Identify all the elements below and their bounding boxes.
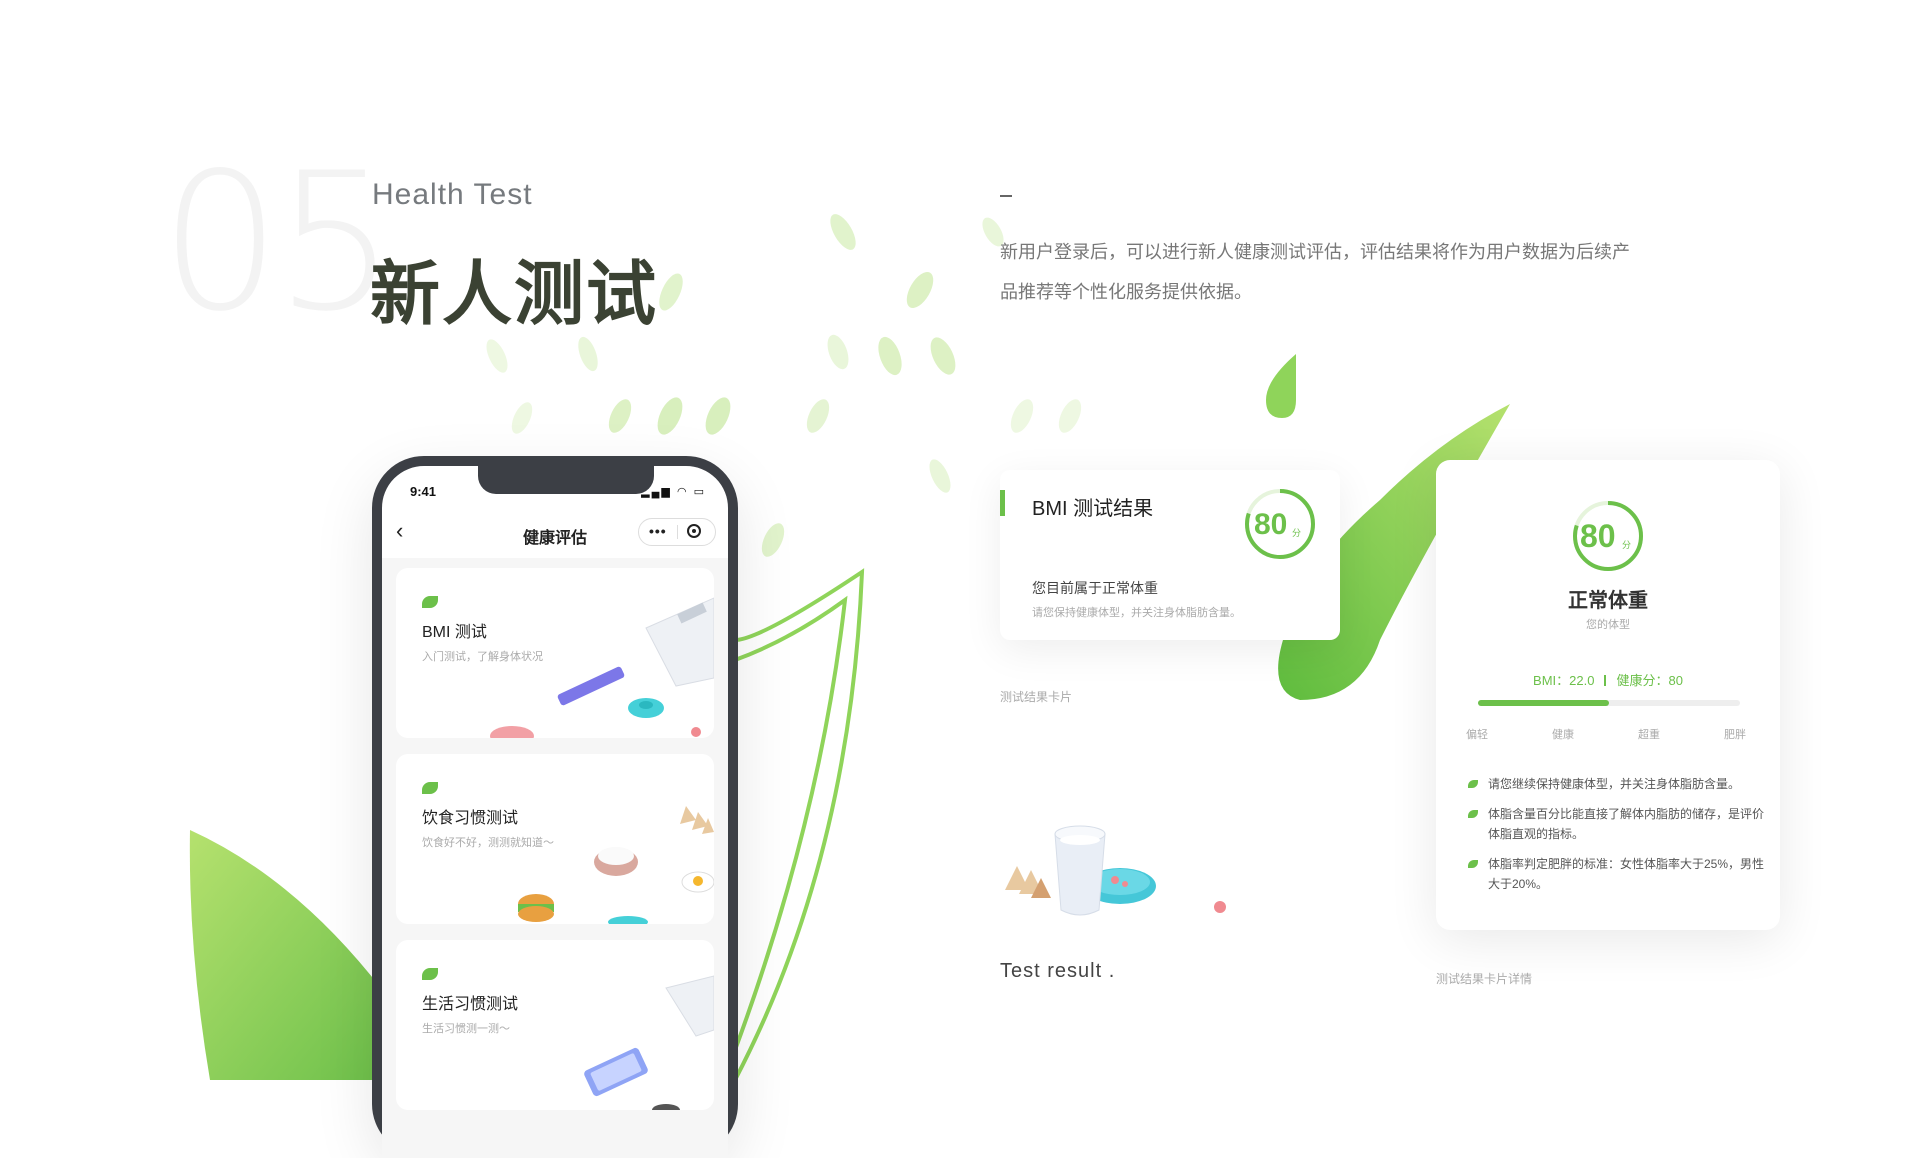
status-icons: ▂▄▆ ◠ ▭ [641, 486, 706, 498]
page-title: 新人测试 [370, 255, 658, 333]
bmi-value: BMI：22.0 [1533, 673, 1595, 688]
card-title: BMI 测试 [422, 624, 487, 641]
advice-bullet: 体脂率判定肥胖的标准：女性体脂率大于25%，男性大于20%。 [1488, 857, 1765, 891]
advice-bullet: 体脂含量百分比能直接了解体内脂肪的储存，是评价体脂直观的指标。 [1488, 807, 1765, 841]
bmi-progress-fill [1478, 700, 1609, 706]
section-subtitle: Health Test [372, 178, 533, 211]
detail-card-caption: 测试结果卡片详情 [1436, 972, 1533, 986]
outline-leaf-shape [733, 568, 865, 1080]
metrics-line: BMI：22.0 健康分：80 [1436, 670, 1780, 689]
bmi-card-caption: 测试结果卡片 [1000, 690, 1073, 704]
health-score-value: 健康分：80 [1616, 673, 1683, 688]
drop-leaf-shape [1266, 354, 1296, 418]
test-card-diet[interactable]: 饮食习惯测试 饮食好不好，测测就知道～ [396, 754, 714, 924]
cup-illustration [1005, 825, 1226, 916]
section-description: 新用户登录后，可以进行新人健康测试评估，评估结果将作为用户数据为后续产品推荐等个… [1000, 242, 1630, 302]
result-detail-card: 80 分 正常体重 您的体型 BMI：22.0 健康分：80 偏轻 健康 超重 肥… [1436, 460, 1780, 930]
capsule-divider [677, 525, 678, 539]
bmi-progress-track [1478, 700, 1740, 706]
card-title: 生活习惯测试 [422, 996, 519, 1013]
card-title: 饮食习惯测试 [422, 810, 519, 827]
dash-divider [1000, 195, 1012, 197]
leaf-icon [1468, 780, 1478, 788]
card-subtitle: 生活习惯测一测～ [422, 1023, 510, 1035]
section-number: 05 [160, 132, 396, 353]
detail-score: 80 [1580, 518, 1616, 554]
leaf-icon [1468, 810, 1478, 818]
test-result-label: Test result . [1000, 960, 1116, 982]
close-target-icon[interactable] [687, 524, 701, 538]
leaf-icon [1468, 860, 1478, 868]
scale-label: 肥胖 [1724, 729, 1746, 741]
bmi-score: 80 [1254, 508, 1288, 541]
test-card-bmi[interactable]: BMI 测试 入门测试，了解身体状况 [396, 568, 714, 738]
score-unit: 分 [1622, 540, 1632, 550]
metric-divider [1604, 675, 1607, 686]
score-unit: 分 [1292, 528, 1302, 538]
weight-status: 正常体重 [1568, 590, 1648, 612]
phone-mockup: 9:41 ▂▄▆ ◠ ▭ ‹ 健康评估 ••• BMI 测试 入门测试，了解身体… [372, 456, 738, 1158]
test-card-lifestyle[interactable]: 生活习惯测试 生活习惯测一测～ [396, 940, 714, 1110]
status-time: 9:41 [410, 484, 437, 499]
scale-label: 偏轻 [1466, 729, 1488, 741]
bmi-result-card: BMI 测试结果 80 分 您目前属于正常体重 请您保持健康体型，并关注身体脂肪… [1000, 470, 1340, 640]
phone-notch [478, 464, 654, 494]
scale-label: 健康 [1552, 729, 1574, 741]
accent-bar [1000, 490, 1005, 516]
card-subtitle: 入门测试，了解身体状况 [422, 651, 543, 663]
more-icon[interactable]: ••• [649, 523, 667, 539]
advice-bullet: 请您继续保持健康体型，并关注身体脂肪含量。 [1488, 777, 1741, 791]
menu-capsule[interactable]: ••• [638, 518, 716, 546]
card-subtitle: 饮食好不好，测测就知道～ [422, 837, 554, 849]
bmi-card-title: BMI 测试结果 [1032, 498, 1154, 520]
left-leaf-shape [189, 830, 390, 1080]
phone-screen: BMI 测试 入门测试，了解身体状况 饮食习惯测试 饮食好不好，测测就知道～ 生… [382, 558, 728, 1158]
scale-label: 超重 [1638, 729, 1660, 741]
bmi-status-line: 您目前属于正常体重 [1032, 580, 1158, 596]
body-type-label: 您的体型 [1586, 619, 1630, 631]
bmi-advice-line: 请您保持健康体型，并关注身体脂肪含量。 [1032, 607, 1241, 619]
